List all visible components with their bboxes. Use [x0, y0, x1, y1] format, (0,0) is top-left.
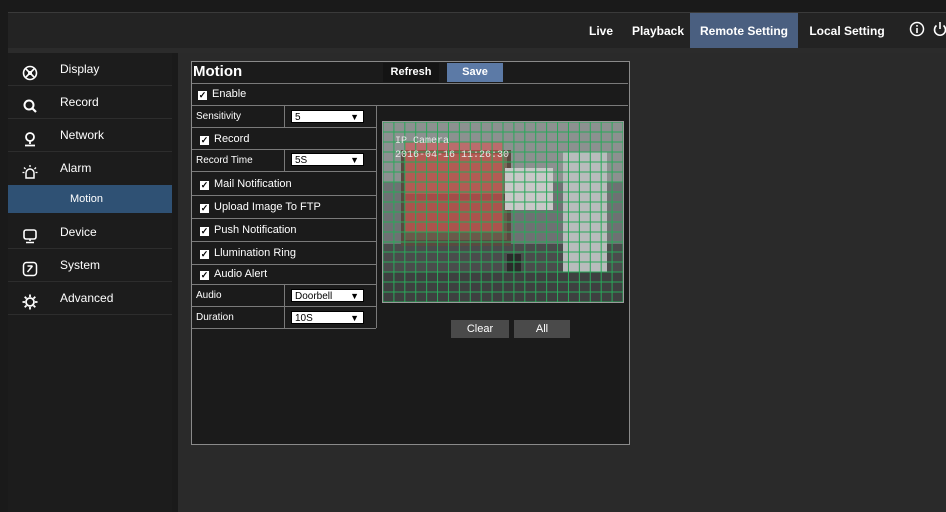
audio-select[interactable]: Doorbell ▼: [291, 289, 364, 302]
enable-label: Enable: [212, 88, 247, 100]
check-icon: ✓: [198, 90, 207, 100]
check-icon: ✓: [200, 203, 209, 213]
sensitivity-select[interactable]: 5 ▼: [291, 110, 364, 123]
nav-remote-setting[interactable]: Remote Setting: [690, 13, 798, 49]
sidebar-item-label: System: [60, 258, 101, 272]
divider: [192, 328, 376, 329]
sidebar-item-alarm[interactable]: Alarm: [8, 152, 172, 184]
duration-value: 10S: [295, 313, 313, 324]
sidebar-item-record[interactable]: Record: [8, 86, 172, 118]
advanced-icon: [22, 290, 38, 310]
nav-playback[interactable]: Playback: [623, 13, 693, 49]
enable-checkbox[interactable]: ✓ Enable: [198, 84, 246, 105]
record-time-value: 5S: [295, 155, 308, 166]
record-checkbox[interactable]: ✓ Record: [200, 128, 249, 150]
ftp-checkbox[interactable]: ✓ Upload Image To FTP: [200, 196, 321, 218]
duration-select[interactable]: 10S ▼: [291, 311, 364, 324]
check-icon: ✓: [200, 270, 209, 280]
mail-notification-row: ✓ Mail Notification: [192, 173, 376, 195]
divider: [8, 314, 172, 315]
audio-alert-checkbox[interactable]: ✓ Audio Alert: [200, 264, 267, 284]
check-icon: ✓: [200, 249, 209, 259]
sidebar-item-network[interactable]: Network: [8, 119, 172, 151]
sidebar-item-label: Advanced: [60, 291, 114, 305]
audio-alert-row: ✓ Audio Alert: [192, 264, 376, 284]
record-row: ✓ Record: [192, 128, 376, 150]
chevron-down-icon: ▼: [350, 112, 359, 122]
audio-label: Audio: [196, 290, 222, 301]
sidebar-item-system[interactable]: System: [8, 249, 172, 281]
sensitivity-value: 5: [295, 112, 301, 123]
network-icon: [22, 127, 38, 147]
enable-row: ✓ Enable: [192, 84, 628, 105]
divider: [376, 105, 377, 328]
sidebar-item-advanced[interactable]: Advanced: [8, 282, 172, 314]
sidebar-item-label: Record: [60, 95, 99, 109]
clear-button[interactable]: Clear: [451, 320, 509, 338]
chevron-down-icon: ▼: [350, 291, 359, 301]
alarm-icon: [22, 160, 38, 179]
check-icon: ✓: [200, 226, 209, 236]
chevron-down-icon: ▼: [350, 313, 359, 323]
sensitivity-label: Sensitivity: [196, 111, 242, 122]
camera-name-overlay: IP Camera: [395, 136, 450, 147]
sidebar-item-label: Network: [60, 128, 105, 142]
info-icon[interactable]: [907, 21, 927, 41]
nav-local-setting[interactable]: Local Setting: [801, 13, 893, 49]
sidebar-item-device[interactable]: Device: [8, 216, 172, 248]
push-notification-row: ✓ Push Notification: [192, 219, 376, 241]
mail-notification-label: Mail Notification: [214, 178, 292, 190]
illumination-ring-checkbox[interactable]: ✓ Llumination Ring: [200, 242, 296, 264]
record-icon: [22, 94, 38, 113]
sidebar-item-motion[interactable]: Motion: [8, 185, 172, 213]
audio-alert-label: Audio Alert: [214, 268, 268, 280]
page-title: Motion: [193, 63, 243, 80]
save-button[interactable]: Save: [447, 63, 503, 82]
mail-notification-checkbox[interactable]: ✓ Mail Notification: [200, 173, 292, 195]
push-notification-checkbox[interactable]: ✓ Push Notification: [200, 219, 297, 241]
ftp-label: Upload Image To FTP: [214, 201, 321, 213]
sidebar-item-label: Alarm: [60, 161, 92, 175]
record-label: Record: [214, 133, 250, 145]
sidebar: Display Record Network Alarm Motion Devi…: [8, 53, 172, 512]
nav-live[interactable]: Live: [583, 13, 619, 49]
check-icon: ✓: [200, 180, 209, 190]
illumination-ring-row: ✓ Llumination Ring: [192, 242, 376, 264]
illumination-ring-label: Llumination Ring: [214, 247, 296, 259]
power-icon[interactable]: [930, 21, 946, 41]
audio-value: Doorbell: [295, 291, 333, 302]
sidebar-item-label: Device: [60, 225, 97, 239]
record-time-label: Record Time: [196, 155, 253, 166]
divider: [192, 171, 376, 172]
refresh-button[interactable]: Refresh: [383, 63, 439, 82]
check-icon: ✓: [200, 135, 209, 145]
duration-label: Duration: [196, 312, 234, 323]
system-icon: [22, 257, 38, 277]
push-notification-label: Push Notification: [214, 224, 297, 236]
camera-timestamp-overlay: 2016-04-16 11:26:30: [395, 150, 510, 161]
device-icon: [22, 224, 38, 244]
sidebar-item-label: Motion: [70, 193, 104, 205]
top-navigation-bar: Live Playback Remote Setting Local Setti…: [8, 12, 946, 49]
sidebar-item-display[interactable]: Display: [8, 53, 172, 85]
record-time-select[interactable]: 5S ▼: [291, 153, 364, 166]
motion-detection-area[interactable]: IP Camera 2016-04-16 11:26:30: [382, 121, 624, 303]
motion-grid: [383, 122, 623, 302]
chevron-down-icon: ▼: [350, 155, 359, 165]
display-icon: [22, 61, 38, 81]
ftp-row: ✓ Upload Image To FTP: [192, 196, 376, 218]
sidebar-item-label: Display: [60, 62, 100, 76]
all-button[interactable]: All: [514, 320, 570, 338]
